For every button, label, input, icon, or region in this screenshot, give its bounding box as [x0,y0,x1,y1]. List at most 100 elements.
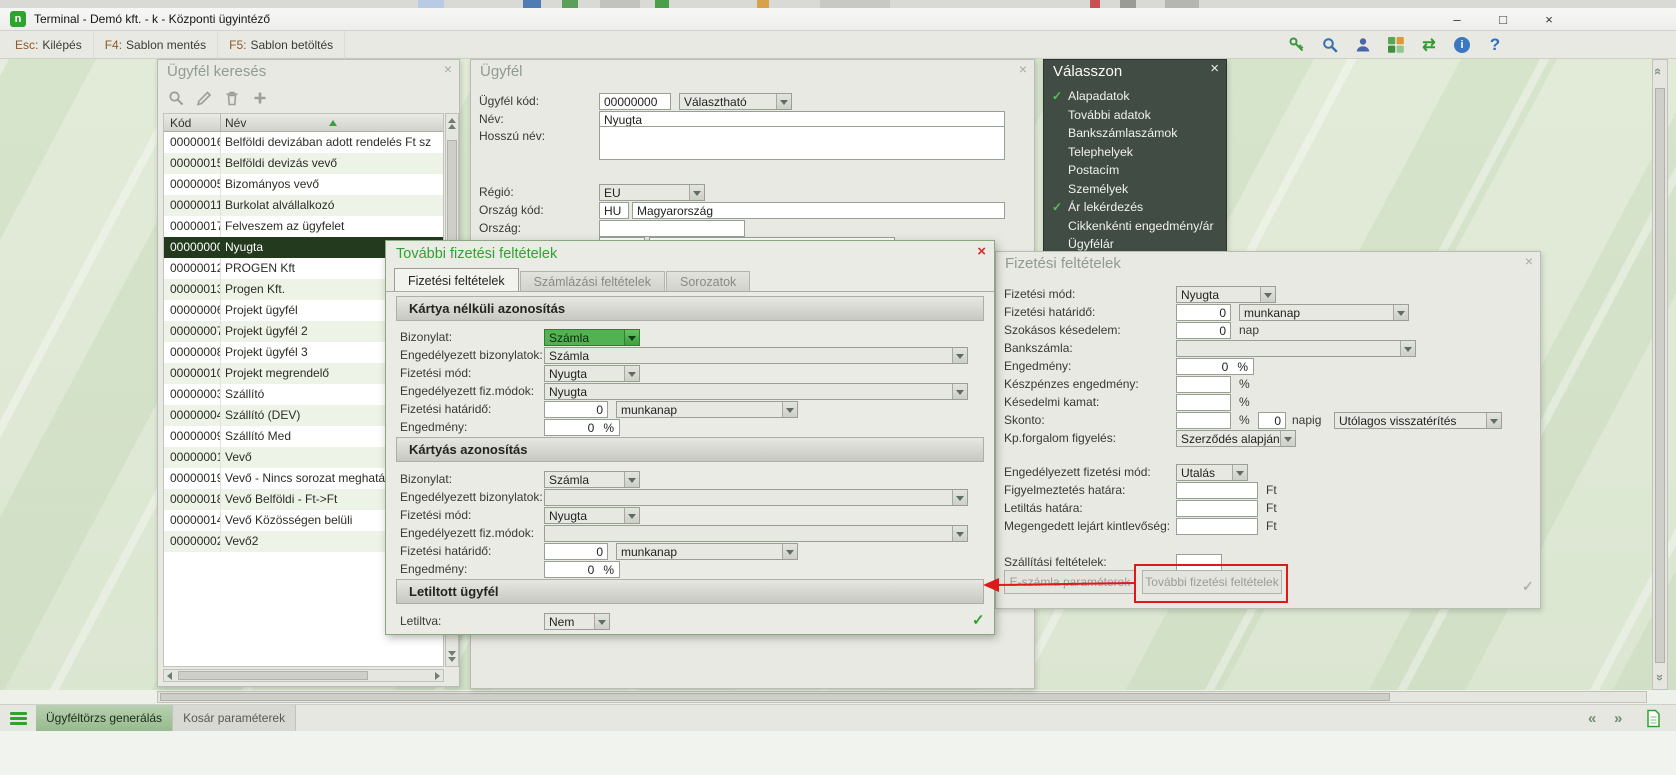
skonto-days-input[interactable]: 0 [1258,412,1286,429]
transfer-icon[interactable]: ⇄ [1418,34,1440,56]
payment-mode-select[interactable]: Nyugta [544,365,640,382]
dialog-tab[interactable]: Számlázási feltételek [520,271,665,292]
column-header-name[interactable]: Név [221,114,443,131]
scroll-right-icon[interactable] [435,672,440,680]
document-select[interactable]: Számla [544,471,640,488]
document-select-focused[interactable]: Számla [544,329,640,346]
discount-input[interactable]: 0% [544,561,620,578]
close-button[interactable]: × [1527,8,1571,31]
task-tab[interactable]: Ügyféltörzs generálás [36,705,173,731]
key-icon[interactable] [1286,34,1308,56]
bank-account-select[interactable] [1176,340,1416,357]
ban-limit-input[interactable] [1176,500,1258,517]
due-days-input[interactable]: 0 [544,543,608,560]
country-input[interactable] [599,220,745,237]
allowed-overdue-input[interactable] [1176,518,1258,535]
due-unit-select[interactable]: munkanap [616,543,798,560]
menu-icon[interactable] [10,712,27,725]
due-unit-select[interactable]: munkanap [1239,304,1409,321]
allowed-documents-select[interactable] [544,489,968,506]
minimize-button[interactable]: – [1435,8,1479,31]
warn-limit-input[interactable] [1176,482,1258,499]
dialog-tab[interactable]: Sorozatok [666,271,750,292]
scroll-left-icon[interactable] [167,672,172,680]
window-horizontal-scrollbar[interactable] [157,691,1647,703]
dialog-tab[interactable]: Fizetési feltételek [394,268,519,292]
delete-icon[interactable] [222,88,242,108]
usual-delay-input[interactable]: 0 [1176,322,1231,339]
scroll-down-icon[interactable] [448,651,456,662]
column-header-code[interactable]: Kód [164,114,221,131]
close-icon[interactable]: × [1019,61,1027,77]
discount-input[interactable]: 0% [544,419,620,436]
tabs-scroll-right-icon[interactable]: » [1614,710,1622,727]
add-icon[interactable] [250,88,270,108]
due-days-input[interactable]: 0 [1176,304,1231,321]
payment-mode-select[interactable]: Nyugta [544,507,640,524]
region-label: Régió: [479,185,514,199]
table-row[interactable]: 00000015 Belföldi devizás vevő [164,153,443,174]
close-icon[interactable]: × [1210,61,1219,77]
select-panel-item[interactable]: ✓ Személyek [1044,180,1226,199]
info-icon[interactable]: i [1451,34,1473,56]
apps-grid-icon[interactable] [1385,34,1407,56]
select-panel-item[interactable]: ✓ Telephelyek [1044,143,1226,162]
allowed-payment-mode-select[interactable]: Utalás [1176,464,1248,481]
payment-mode-select[interactable]: Nyugta [1176,286,1276,303]
due-unit-select[interactable]: munkanap [616,401,798,418]
table-row[interactable]: 00000016 Belföldi devizában adott rendel… [164,132,443,153]
scrollbar-thumb[interactable] [178,671,368,680]
scroll-up-icon[interactable] [448,118,456,129]
scrollbar-thumb[interactable] [160,693,1390,701]
window-vertical-scrollbar[interactable]: « « [1652,59,1668,690]
shortcut-item[interactable]: F5: Sablon betöltés [218,31,345,59]
edit-icon[interactable] [194,88,214,108]
task-tab[interactable]: Kosár paraméterek [173,705,296,731]
confirm-check-icon[interactable]: ✓ [1522,578,1534,595]
search-icon[interactable] [166,88,186,108]
search-toolbar [166,86,270,110]
cash-watch-select[interactable]: Szerződés alapján [1176,430,1296,447]
banned-select[interactable]: Nem [544,613,610,630]
close-icon[interactable]: × [444,61,452,77]
discount-input[interactable]: 0% [1176,358,1254,375]
help-icon[interactable]: ? [1484,34,1506,56]
allowed-documents-select[interactable]: Számla [544,347,968,364]
fast-scroll-down-icon[interactable]: « [1651,674,1666,681]
select-panel-item[interactable]: ✓ Bankszámlaszámok [1044,124,1226,143]
select-panel-item[interactable]: ✓ Postacím [1044,161,1226,180]
select-panel-item[interactable]: ✓ További adatok [1044,106,1226,125]
long-name-textarea[interactable] [599,126,1005,160]
select-panel-item[interactable]: ✓ Cikkenkénti engedmény/ár [1044,217,1226,236]
table-row[interactable]: 00000005 Bizományos vevő [164,174,443,195]
allowed-modes-select[interactable] [544,525,968,542]
document-icon[interactable] [1646,709,1661,733]
skonto-percent-input[interactable] [1176,412,1231,429]
close-icon[interactable]: × [1525,253,1533,269]
user-icon[interactable] [1352,34,1374,56]
customer-code-input[interactable]: 00000000 [599,93,671,110]
due-days-input[interactable]: 0 [544,401,608,418]
tabs-scroll-left-icon[interactable]: « [1588,710,1596,727]
search-icon[interactable] [1319,34,1341,56]
select-panel-item[interactable]: ✓ Ár lekérdezés [1044,198,1226,217]
confirm-check-icon[interactable]: ✓ [972,611,985,629]
shortcut-item[interactable]: F4: Sablon mentés [94,31,218,59]
scrollbar-thumb[interactable] [1655,88,1665,663]
country-name-input[interactable]: Magyarország [632,202,1005,219]
fast-scroll-up-icon[interactable]: « [1651,68,1666,75]
shortcut-item[interactable]: Esc: Kilépés [4,31,94,59]
table-row[interactable]: 00000017 Felveszem az ügyfelet [164,216,443,237]
skonto-mode-select[interactable]: Utólagos visszatérítés [1334,412,1502,429]
cash-discount-input[interactable] [1176,376,1231,393]
maximize-button[interactable]: □ [1481,8,1525,31]
close-icon[interactable]: × [977,243,986,260]
table-row[interactable]: 00000011 Burkolat alvállalkozó [164,195,443,216]
select-panel-item[interactable]: ✓ Alapadatok [1044,87,1226,106]
list-horizontal-scrollbar[interactable] [163,669,444,682]
customer-code-mode-select[interactable]: Választható [679,93,792,110]
region-select[interactable]: EU [599,184,705,201]
country-code-input[interactable]: HU [599,202,629,219]
late-interest-input[interactable] [1176,394,1231,411]
allowed-modes-select[interactable]: Nyugta [544,383,968,400]
